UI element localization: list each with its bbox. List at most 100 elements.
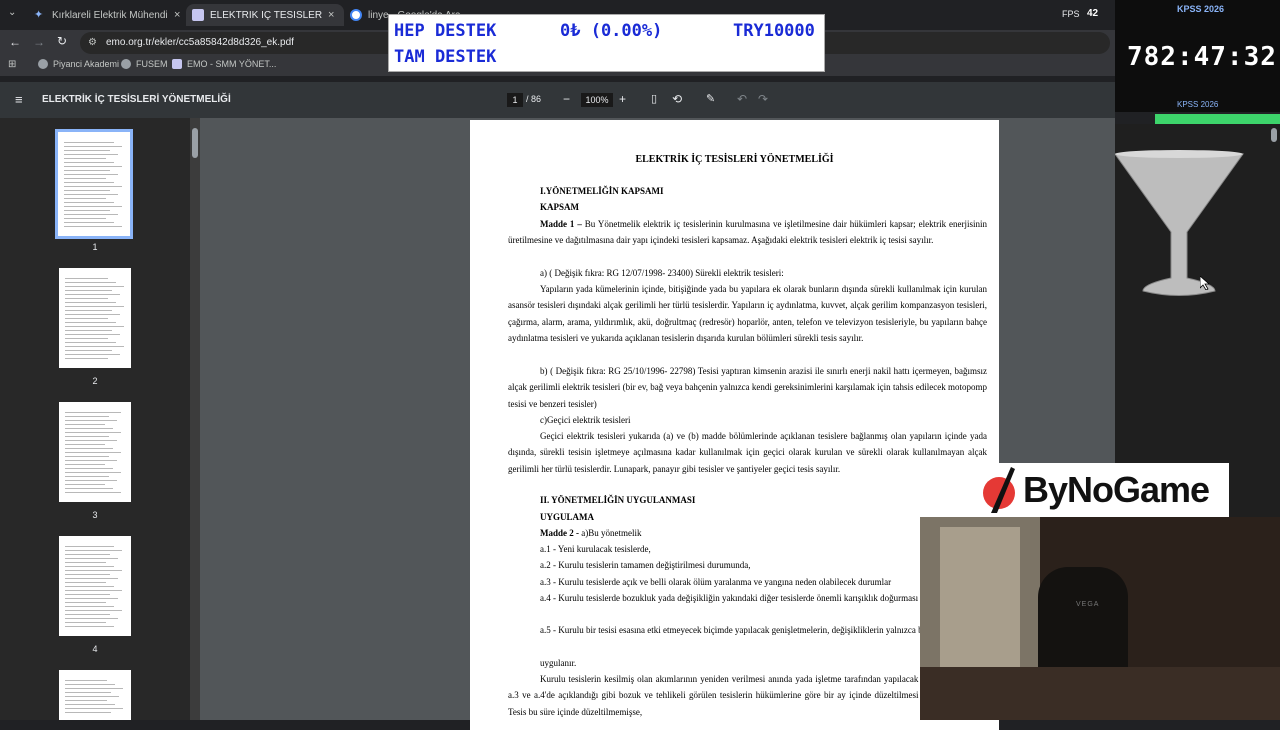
thumbnail-text-line — [65, 318, 108, 319]
thumbnail-text-line — [65, 574, 110, 575]
thumbnail-text-line — [65, 298, 108, 299]
zoom-in-icon[interactable]: + — [619, 92, 626, 106]
zoom-out-icon[interactable]: − — [563, 92, 570, 106]
thumbnail-text-line — [65, 598, 118, 599]
pdf-icon — [192, 9, 204, 21]
thumbnail-text-line — [65, 310, 112, 311]
thumbnail-text-line — [65, 582, 106, 583]
redo-icon[interactable]: ↷ — [758, 92, 768, 106]
close-tab-icon[interactable]: × — [328, 9, 334, 21]
kpss-countdown-widget: KPSS 2026 782:47:32 KPSS 2026 — [1115, 0, 1280, 112]
globe-icon — [121, 59, 131, 69]
page-scrollbar-thumb[interactable] — [1271, 128, 1277, 142]
thumbnail-text-line — [65, 550, 122, 551]
thumbnail-text-line — [65, 712, 111, 713]
martini-glass-icon — [1115, 150, 1244, 296]
thumbnail-page-2[interactable] — [59, 268, 131, 368]
thumbnail-label: 2 — [92, 376, 98, 386]
thumbnail-text-line — [65, 590, 122, 591]
list-item: a.2 - Kurulu tesislerin tamamen değiştir… — [540, 560, 751, 570]
thumbnail-text-line — [65, 436, 109, 437]
thumbnail-text-line — [64, 214, 118, 215]
rotate-icon[interactable]: ⟲ — [672, 92, 682, 106]
thumbnail-text-line — [65, 294, 120, 295]
thumbnail-text-line — [65, 428, 113, 429]
madde-label: Madde 2 - — [540, 528, 579, 538]
thumbnail-text-line — [64, 186, 122, 187]
thumbnail-text-line — [65, 416, 109, 417]
thumbnail-text-line — [64, 162, 114, 163]
tab-search-chevron-icon[interactable]: ⌄ — [8, 7, 16, 18]
thumbnail-label: 4 — [92, 644, 98, 654]
emo-icon — [172, 59, 182, 69]
reload-icon[interactable]: ↻ — [57, 34, 67, 48]
donation-overlay: HEP DESTEK 0₺ (0.00%) TRY10000 TAM DESTE… — [388, 14, 825, 72]
menu-icon[interactable]: ≡ — [15, 92, 23, 107]
gemini-icon: ✦ — [34, 9, 44, 21]
thumbnail-scrollbar[interactable] — [190, 118, 200, 720]
thumbnail-text-line — [65, 424, 105, 425]
thumbnail-text-line — [65, 472, 121, 473]
zoom-input[interactable]: 100% — [581, 93, 613, 107]
site-info-icon[interactable]: ⚙ — [88, 32, 97, 54]
tab-title: ELEKTRİK İÇ TESİSLERİ YÖNETM — [210, 9, 322, 21]
thumbnail-text-line — [65, 282, 116, 283]
madde-label: Madde 1 – — [540, 219, 582, 229]
thumbnail-text-line — [64, 150, 110, 151]
scrollbar-thumb[interactable] — [192, 128, 198, 158]
paragraph: a) ( Değişik fıkra: RG 12/07/1998- 23400… — [540, 268, 784, 278]
bookmark-emo[interactable]: EMO - SMM YÖNET... — [172, 59, 276, 69]
paragraph: c)Geçici elektrik tesisleri — [540, 415, 631, 425]
thumbnail-text-line — [65, 460, 117, 461]
thumbnail-page-4[interactable] — [59, 536, 131, 636]
thumbnail-text-line — [65, 290, 112, 291]
paragraph-madde-2: Madde 2 - a)Bu yönetmelik — [508, 525, 987, 541]
thumbnail-text-line — [65, 614, 110, 615]
thumbnail-text-line — [65, 322, 116, 323]
url-text: emo.org.tr/ekler/cc5a85842d8d326_ek.pdf — [106, 37, 294, 48]
list-item: a.4 - Kurulu tesislerde bozukluk yada de… — [540, 593, 964, 603]
apps-grid-icon[interactable]: ⊞ — [8, 59, 16, 70]
thumbnail-text-line — [65, 488, 113, 489]
donation-amount: 0₺ (0.00%) — [560, 21, 663, 41]
thumbnail-text-line — [65, 578, 118, 579]
close-tab-icon[interactable]: × — [174, 9, 180, 21]
thumbnail-text-line — [65, 610, 122, 611]
bynogame-emblem-icon — [983, 467, 1015, 513]
thumbnail-text-line — [65, 566, 114, 567]
thumbnail-text-line — [65, 602, 106, 603]
page-number-input[interactable]: 1 — [507, 93, 523, 107]
thumbnail-page-3[interactable] — [59, 402, 131, 502]
paragraph: Kurulu tesislerin kesilmiş olan akımları… — [508, 674, 987, 717]
thumbnail-text-line — [65, 302, 116, 303]
thumbnail-text-line — [65, 314, 120, 315]
bookmark-piyanci[interactable]: Piyanci Akademi — [38, 59, 119, 69]
paragraph: Yapıların yada kümelerinin içinde, bitiş… — [508, 284, 987, 343]
tab-elektrik-pdf[interactable]: ELEKTRİK İÇ TESİSLERİ YÖNETM × — [186, 4, 344, 26]
bookmark-label: Piyanci Akademi — [53, 59, 120, 69]
fit-page-icon[interactable]: ▯ — [651, 92, 657, 105]
undo-icon[interactable]: ↶ — [737, 92, 747, 106]
thumbnail-text-line — [65, 704, 115, 705]
tab-kirklareli[interactable]: ✦ Kırklareli Elektrik Mühendisliği Ö × — [28, 4, 184, 26]
paragraph: b) ( Değişik fıkra: RG 25/10/1996- 22798… — [508, 366, 987, 409]
thumbnail-text-line — [64, 222, 114, 223]
section-title: II. YÖNETMELİĞİN UYGULANMASI — [540, 495, 696, 505]
annotate-icon[interactable]: ✎ — [706, 92, 715, 105]
back-arrow-icon[interactable]: ← — [9, 35, 21, 49]
thumbnail-text-line — [65, 456, 109, 457]
thumbnail-text-line — [65, 484, 105, 485]
forward-arrow-icon[interactable]: → — [33, 35, 45, 49]
thumbnail-text-line — [65, 622, 106, 623]
kpss-top-label: KPSS 2026 — [1177, 4, 1225, 14]
thumbnail-page-5[interactable] — [59, 670, 131, 720]
bookmark-fusem[interactable]: FUSEM — [121, 59, 168, 69]
globe-icon — [38, 59, 48, 69]
thumbnail-text-line — [64, 146, 122, 147]
thumbnail-text-line — [65, 444, 105, 445]
donation-label-2: TAM DESTEK — [394, 47, 497, 67]
thumbnail-text-line — [65, 286, 124, 287]
thumbnail-text-line — [64, 166, 122, 167]
thumbnail-page-1[interactable] — [55, 129, 133, 239]
thumbnail-text-line — [65, 680, 107, 681]
